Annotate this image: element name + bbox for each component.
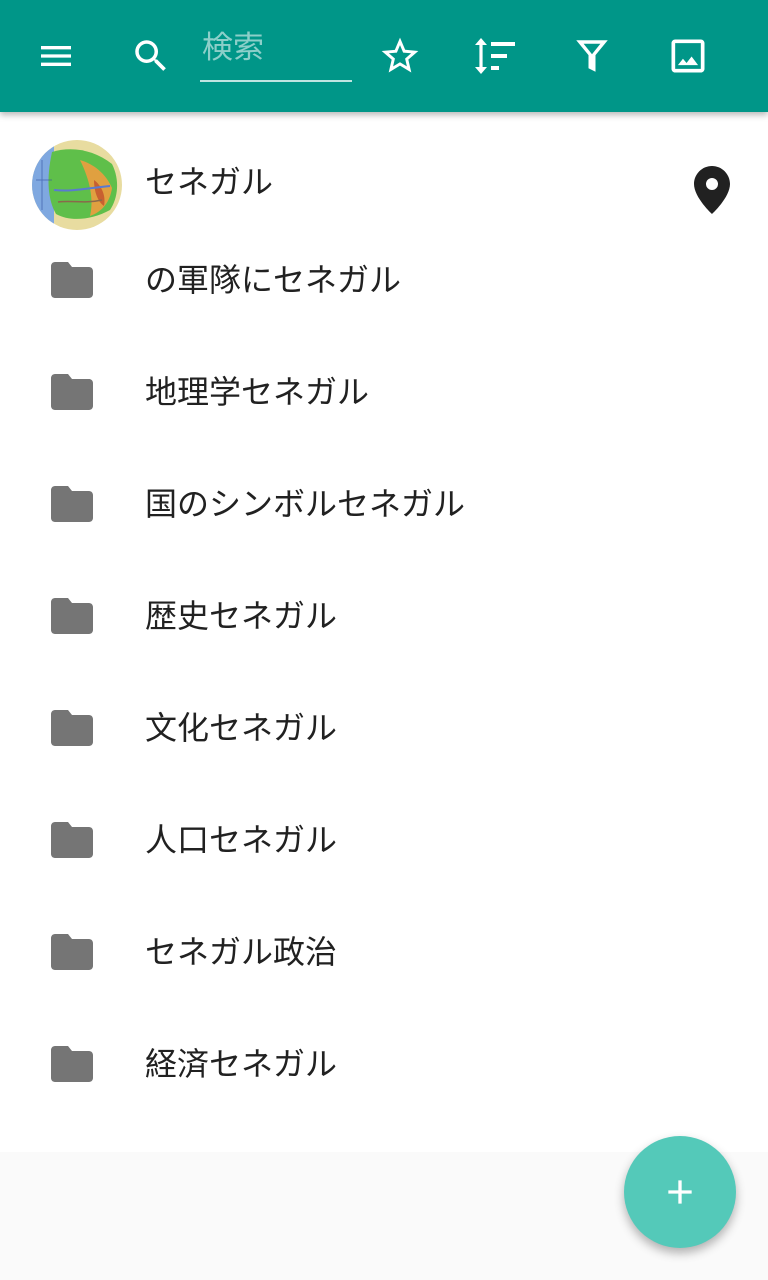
list-item-label: 歴史セネガル <box>145 597 338 635</box>
add-button[interactable] <box>624 1136 736 1248</box>
folder-icon <box>51 822 93 858</box>
list-item-category[interactable]: 地理学セネガル <box>0 336 768 448</box>
list-item-label: の軍隊にセネガル <box>145 261 402 299</box>
folder-icon <box>51 1046 93 1082</box>
map-marker-icon <box>694 166 730 214</box>
sort-icon <box>475 38 515 74</box>
list-item-label: 国のシンボルセネガル <box>145 485 466 523</box>
filter-button[interactable] <box>564 28 620 84</box>
folder-slot <box>32 784 112 896</box>
list-item-category[interactable]: 経済セネガル <box>0 1008 768 1120</box>
folder-slot <box>32 336 112 448</box>
folder-slot <box>32 672 112 784</box>
image-icon <box>671 39 705 73</box>
folder-icon <box>51 262 93 298</box>
list-item-label: 地理学セネガル <box>145 373 370 411</box>
search-button[interactable] <box>123 28 179 84</box>
folder-icon <box>51 710 93 746</box>
list-item-label: 人口セネガル <box>145 821 338 859</box>
senegal-map-thumbnail <box>32 140 122 230</box>
list-item-title: セネガル <box>145 163 274 201</box>
folder-icon <box>51 598 93 634</box>
folder-slot <box>32 560 112 672</box>
list-item-label: セネガル政治 <box>145 933 338 971</box>
list-item-category[interactable]: 国のシンボルセネガル <box>0 448 768 560</box>
folder-slot <box>32 448 112 560</box>
category-list: セネガル の軍隊にセネガル 地理学セネガル 国のシンボルセネガル 歴史セネガル … <box>0 112 768 1152</box>
avatar <box>32 140 122 230</box>
list-item-header[interactable]: セネガル <box>0 112 768 230</box>
list-item-label: 経済セネガル <box>145 1045 338 1083</box>
app-toolbar <box>0 0 768 112</box>
menu-icon <box>41 46 71 66</box>
plus-icon <box>668 1180 692 1204</box>
filter-icon <box>576 40 608 72</box>
list-item-label: 文化セネガル <box>145 709 338 747</box>
folder-icon <box>51 374 93 410</box>
menu-button[interactable] <box>28 28 84 84</box>
list-item-category[interactable]: の軍隊にセネガル <box>0 224 768 336</box>
favorites-button[interactable] <box>372 28 428 84</box>
list-item-category[interactable]: 文化セネガル <box>0 672 768 784</box>
folder-slot <box>32 896 112 1008</box>
list-item-category[interactable]: 人口セネガル <box>0 784 768 896</box>
folder-slot <box>32 1008 112 1120</box>
list-item-category[interactable]: セネガル政治 <box>0 896 768 1008</box>
folder-icon <box>51 486 93 522</box>
search-input[interactable] <box>200 22 352 74</box>
location-button[interactable] <box>692 162 732 218</box>
list-item-category[interactable]: 歴史セネガル <box>0 560 768 672</box>
search-icon <box>135 40 166 71</box>
image-button[interactable] <box>660 28 716 84</box>
sort-button[interactable] <box>467 28 523 84</box>
folder-slot <box>32 224 112 336</box>
search-field[interactable] <box>200 22 352 82</box>
folder-icon <box>51 934 93 970</box>
star-outline-icon <box>381 37 419 73</box>
